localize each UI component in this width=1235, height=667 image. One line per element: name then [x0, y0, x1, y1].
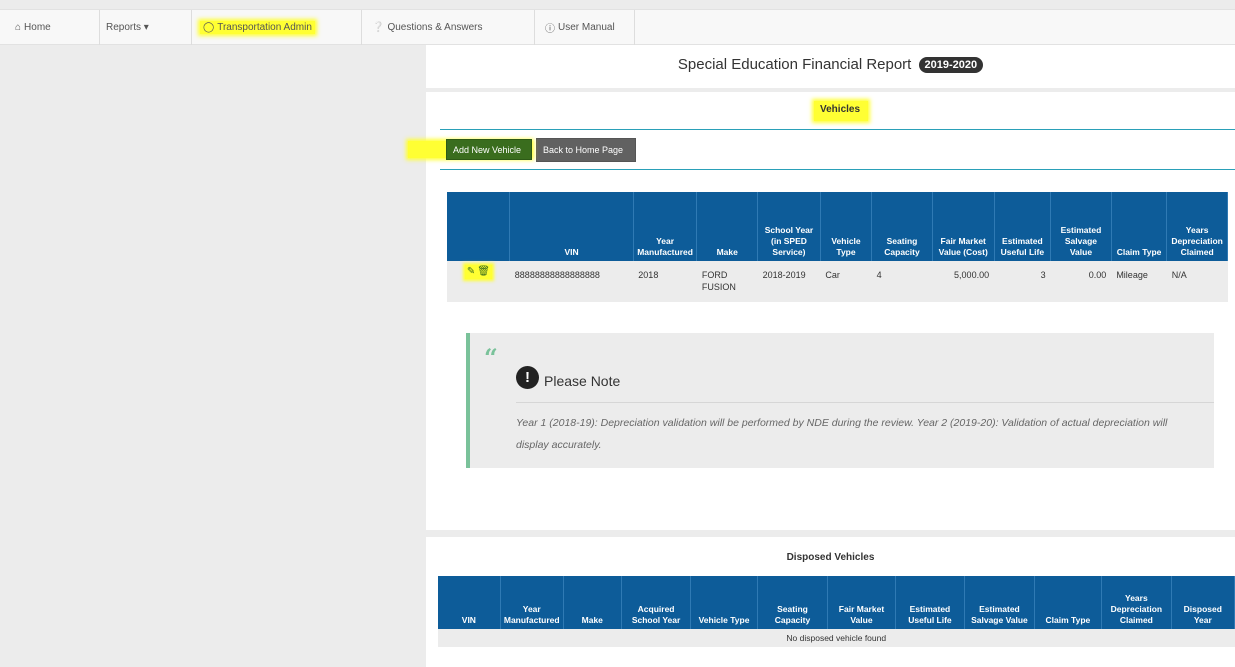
- nav-manual-label: User Manual: [558, 22, 615, 33]
- col-vehicle-type: Vehicle Type: [820, 192, 873, 261]
- col-estimated-salvage-value: Estimated Salvage Value: [1050, 192, 1112, 261]
- exclamation-icon: !: [516, 365, 539, 389]
- dcol-vin: VIN: [438, 576, 501, 629]
- disposed-vehicles-panel: Disposed Vehicles VIN Year Manufactured …: [426, 537, 1235, 667]
- col-claim-type: Claim Type: [1111, 192, 1168, 261]
- row-actions-highlight: ✎ 🗑: [464, 265, 492, 279]
- edit-icon[interactable]: ✎: [467, 266, 475, 278]
- dcol-seating-capacity: Seating Capacity: [757, 576, 829, 629]
- dcol-disposed-year: Disposed Year: [1171, 576, 1235, 629]
- nav-questions-answers[interactable]: ❔ Questions & Answers: [362, 10, 535, 45]
- note-title: Please Note: [544, 373, 621, 389]
- cell-claim: Mileage: [1111, 261, 1167, 302]
- table-row: No disposed vehicle found: [438, 629, 1235, 647]
- report-title-panel: Special Education Financial Report 2019-…: [426, 45, 1235, 88]
- col-seating-capacity: Seating Capacity: [871, 192, 933, 261]
- dcol-estimated-useful-life: Estimated Useful Life: [895, 576, 966, 629]
- home-icon: ⌂: [15, 22, 22, 33]
- transportation-admin-highlight: ◯ Transportation Admin: [200, 21, 315, 34]
- cell-make: FORD FUSION: [696, 261, 758, 302]
- nav-user-manual[interactable]: ⓘ User Manual: [535, 10, 635, 45]
- row-actions: ✎ 🗑: [447, 261, 510, 302]
- nav-transportation-admin[interactable]: ◯ Transportation Admin: [192, 10, 362, 45]
- nav-transportation-label: Transportation Admin: [217, 22, 312, 33]
- nav-qa-label: Questions & Answers: [387, 22, 483, 33]
- page-title: Special Education Financial Report 2019-…: [426, 56, 1235, 73]
- trash-icon[interactable]: 🗑: [477, 266, 490, 278]
- cell-year: 2018: [633, 261, 697, 302]
- col-fair-market-value: Fair Market Value (Cost): [932, 192, 995, 261]
- disposed-title: Disposed Vehicles: [786, 552, 875, 563]
- section-divider-top: [440, 129, 1235, 130]
- year-badge: 2019-2020: [918, 57, 984, 73]
- vehicles-table-header: VIN Year Manufactured Make School Year (…: [447, 192, 1228, 261]
- nav-home[interactable]: ⌂ Home: [0, 10, 100, 45]
- cell-years-claimed: N/A: [1166, 261, 1228, 302]
- col-estimated-useful-life: Estimated Useful Life: [994, 192, 1052, 261]
- dcol-make: Make: [563, 576, 622, 629]
- add-new-vehicle-button[interactable]: Add New Vehicle: [446, 139, 532, 160]
- col-years-depreciation-claimed: Years Depreciation Claimed: [1166, 192, 1228, 261]
- nav-home-label: Home: [24, 22, 51, 33]
- col-school-year: School Year (in SPED Service): [757, 192, 821, 261]
- back-to-home-button[interactable]: Back to Home Page: [536, 138, 636, 162]
- cell-school-year: 2018-2019: [757, 261, 821, 302]
- col-vin: VIN: [509, 192, 634, 261]
- info-circle-icon: ⓘ: [545, 24, 555, 35]
- dcol-year-manufactured: Year Manufactured: [500, 576, 564, 629]
- note-body: Year 1 (2018-19): Depreciation validatio…: [516, 417, 1168, 451]
- bus-icon: ◯: [203, 22, 215, 33]
- cell-salvage: 0.00: [1050, 261, 1112, 302]
- cell-life: 3: [994, 261, 1051, 302]
- disposed-table-header: VIN Year Manufactured Make Acquired Scho…: [438, 576, 1235, 629]
- dcol-acquired-school-year: Acquired School Year: [621, 576, 692, 629]
- cell-type: Car: [820, 261, 872, 302]
- cell-seating: 4: [871, 261, 933, 302]
- dcol-fair-market-value: Fair Market Value: [827, 576, 896, 629]
- vehicles-table: VIN Year Manufactured Make School Year (…: [447, 192, 1228, 302]
- note-divider: [516, 402, 1214, 403]
- disposed-vehicles-table: VIN Year Manufactured Make Acquired Scho…: [438, 576, 1235, 647]
- page-title-text: Special Education Financial Report: [677, 56, 912, 73]
- dcol-estimated-salvage-value: Estimated Salvage Value: [964, 576, 1035, 629]
- quote-icon: “: [484, 343, 498, 372]
- nav-reports-label: Reports ▾: [106, 22, 149, 33]
- col-actions: [447, 192, 511, 261]
- top-navbar: ⌂ Home Reports ▾ ◯ Transportation Admin …: [0, 9, 1235, 45]
- vehicles-section-title: Vehicles: [814, 101, 869, 121]
- section-divider-bottom: [440, 169, 1235, 170]
- col-make: Make: [696, 192, 759, 261]
- note-header: ! Please Note: [516, 365, 620, 389]
- dcol-years-depreciation-claimed: Years Depreciation Claimed: [1101, 576, 1172, 629]
- cell-fmv: 5,000.00: [932, 261, 995, 302]
- empty-message: No disposed vehicle found: [438, 629, 1235, 647]
- table-row: ✎ 🗑 88888888888888888 2018 FORD FUSION 2…: [447, 261, 1228, 302]
- dcol-claim-type: Claim Type: [1034, 576, 1103, 629]
- nav-reports-dropdown[interactable]: Reports ▾: [100, 10, 192, 45]
- please-note-box: “ ! Please Note Year 1 (2018-19): Deprec…: [466, 333, 1214, 468]
- cell-vin: 88888888888888888: [509, 261, 634, 302]
- question-circle-icon: ❔: [372, 22, 385, 33]
- dcol-vehicle-type: Vehicle Type: [690, 576, 758, 629]
- col-year-manufactured: Year Manufactured: [633, 192, 698, 261]
- vehicles-panel: Vehicles Back to Home Page VIN Year Manu…: [426, 92, 1235, 530]
